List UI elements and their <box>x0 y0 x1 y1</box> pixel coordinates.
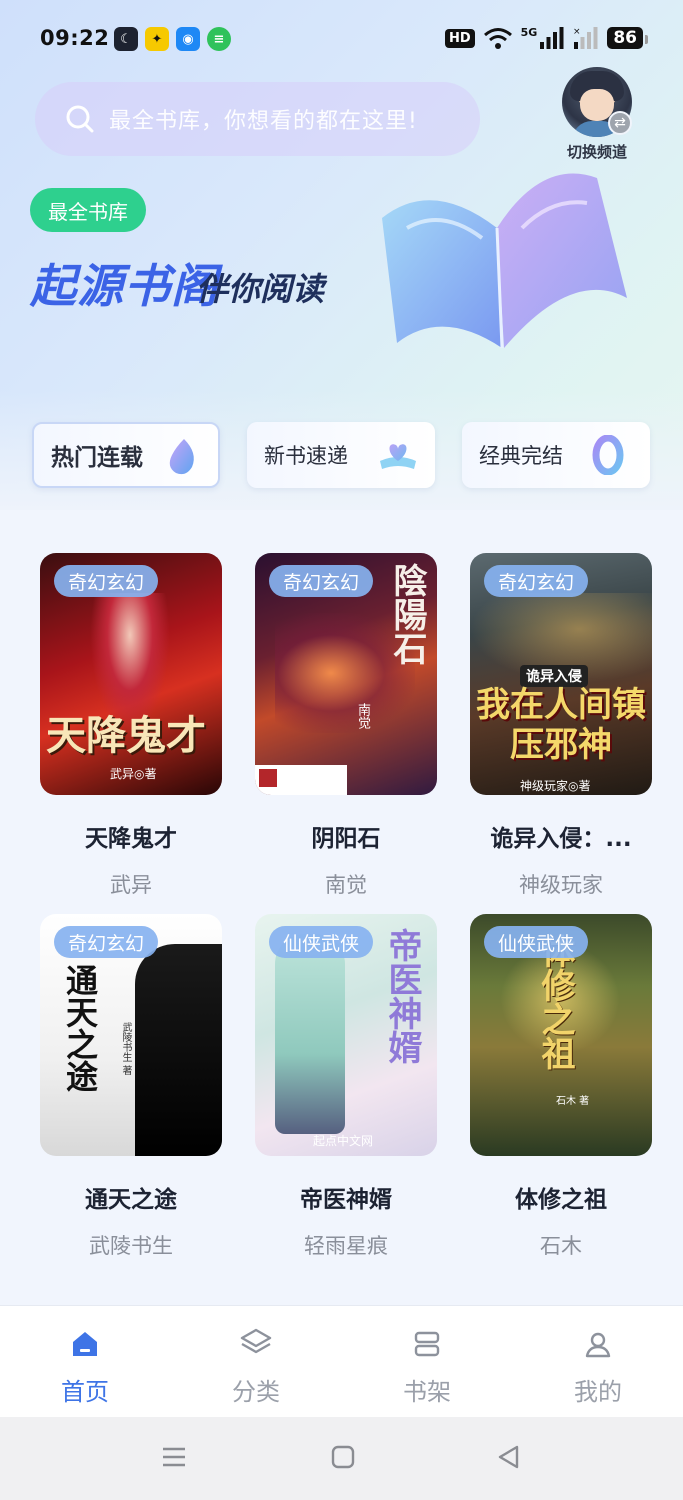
book-card[interactable]: 天降鬼才 武异◎著 奇幻玄幻 天降鬼才 武异 <box>40 553 222 899</box>
book-cover[interactable]: 天降鬼才 武异◎著 奇幻玄幻 <box>40 553 222 795</box>
category-label: 热门连载 <box>51 445 143 471</box>
book-title: 帝医神婿 <box>300 1187 392 1213</box>
notification-icons: ☾ ✦ ◉ ≡ <box>114 27 231 51</box>
banner-title: 起源书阁 <box>30 259 218 313</box>
book-title: 体修之祖 <box>515 1187 607 1213</box>
menu-icon[interactable] <box>160 1443 188 1471</box>
category-label: 经典完结 <box>479 444 563 468</box>
book-title: 诡异入侵：... <box>490 826 632 852</box>
nav-profile[interactable]: 我的 <box>548 1306 648 1407</box>
category-row: 热门连载 新书速递 经典完结 <box>32 422 652 490</box>
book-cover[interactable]: 通天之途 武陵书生 著 奇幻玄幻 <box>40 914 222 1156</box>
signal-weak-icon: × <box>573 27 598 49</box>
swap-icon: ⇄ <box>608 111 632 135</box>
book-card[interactable]: 诡异入侵 我在人间镇压邪神 神级玩家◎著 奇幻玄幻 诡异入侵：... 神级玩家 <box>470 553 652 899</box>
wifi-icon <box>483 28 512 49</box>
category-hot-serial[interactable]: 热门连载 <box>32 422 220 488</box>
cover-author: 南觉 <box>355 703 370 729</box>
book-card[interactable]: 体修之祖 石木 著 仙侠武侠 体修之祖 石木 <box>470 914 652 1260</box>
search-bar[interactable]: 最全书库，你想看的都在这里! <box>35 82 480 156</box>
cover-title: 通天之途 <box>61 964 99 1092</box>
book-card[interactable]: 陰陽石 南觉 奇幻玄幻 阴阳石 南觉 <box>255 553 437 899</box>
nav-label: 我的 <box>574 1378 622 1406</box>
back-icon[interactable] <box>495 1443 523 1471</box>
nav-label: 分类 <box>232 1378 280 1406</box>
cat-app-icon: ✦ <box>145 27 169 51</box>
search-placeholder: 最全书库，你想看的都在这里! <box>109 109 418 134</box>
book-card[interactable]: 通天之途 武陵书生 著 奇幻玄幻 通天之途 武陵书生 <box>40 914 222 1260</box>
category-classic-finished[interactable]: 经典完结 <box>462 422 650 488</box>
cover-title: 帝医神婿 <box>382 928 422 1064</box>
cover-top-text: 诡异入侵 <box>520 665 588 687</box>
message-app-icon: ≡ <box>207 27 231 51</box>
genre-badge: 仙侠武侠 <box>269 926 374 958</box>
battery-icon: 86 <box>607 27 648 49</box>
book-cover[interactable]: 帝医神婿 起点中文网 仙侠武侠 <box>255 914 437 1156</box>
banner-subtitle: 伴你阅读 <box>196 270 325 308</box>
category-new-books[interactable]: 新书速递 <box>247 422 435 488</box>
cover-author: 武异◎著 <box>110 767 157 781</box>
signal-strength-icon <box>540 27 564 49</box>
book-card[interactable]: 帝医神婿 起点中文网 仙侠武侠 帝医神婿 轻雨星痕 <box>255 914 437 1260</box>
category-label: 新书速递 <box>264 444 348 468</box>
nav-bookshelf[interactable]: 书架 <box>377 1306 477 1407</box>
layers-icon <box>236 1324 276 1364</box>
nav-home[interactable]: 首页 <box>35 1306 135 1407</box>
nav-category[interactable]: 分类 <box>206 1306 306 1407</box>
network-type-icon: 5G <box>520 25 538 39</box>
cover-title: 陰陽石 <box>387 563 427 665</box>
cover-author: 起点中文网 <box>313 1134 374 1148</box>
book-author: 神级玩家 <box>519 873 603 897</box>
book-title: 通天之途 <box>85 1187 177 1213</box>
genre-badge: 奇幻玄幻 <box>54 565 159 597</box>
cover-author: 石木 著 <box>556 1096 590 1107</box>
moon-app-icon: ☾ <box>114 27 138 51</box>
book-cover[interactable]: 体修之祖 石木 著 仙侠武侠 <box>470 914 652 1156</box>
genre-badge: 奇幻玄幻 <box>484 565 589 597</box>
svg-text:×: × <box>573 27 581 37</box>
system-navigation-bar <box>0 1417 683 1500</box>
nav-label: 首页 <box>61 1378 109 1406</box>
book-author: 石木 <box>540 1234 582 1258</box>
genre-badge: 奇幻玄幻 <box>269 565 374 597</box>
book-author: 武异 <box>110 873 152 897</box>
cover-author: 武陵书生 著 <box>120 1022 131 1076</box>
book-title: 天降鬼才 <box>85 826 177 852</box>
book-author: 南觉 <box>325 873 367 897</box>
home-icon <box>65 1324 105 1364</box>
bottom-navigation: 首页 分类 书架 我的 <box>0 1305 683 1417</box>
book-author: 武陵书生 <box>89 1234 173 1258</box>
status-time: 09:22 <box>40 26 110 50</box>
open-book-illustration <box>382 173 627 349</box>
user-icon <box>578 1324 618 1364</box>
heart-book-icon <box>380 444 416 469</box>
home-square-icon[interactable] <box>329 1443 357 1471</box>
genre-badge: 奇幻玄幻 <box>54 926 159 958</box>
chat-app-icon: ◉ <box>176 27 200 51</box>
nav-label: 书架 <box>403 1378 451 1406</box>
genre-badge: 仙侠武侠 <box>484 926 589 958</box>
book-cover[interactable]: 诡异入侵 我在人间镇压邪神 神级玩家◎著 奇幻玄幻 <box>470 553 652 795</box>
flame-drop-icon <box>169 439 194 475</box>
cover-title: 天降鬼才 <box>46 712 206 759</box>
search-icon <box>66 105 94 133</box>
cover-author: 神级玩家◎著 <box>520 779 591 793</box>
system-status-icons: HD 5G × 86 <box>444 25 648 50</box>
cover-title: 我在人间镇压邪神 <box>476 685 646 765</box>
book-cover[interactable]: 陰陽石 南觉 奇幻玄幻 <box>255 553 437 795</box>
book-author: 轻雨星痕 <box>304 1234 388 1258</box>
banner-tag: 最全书库 <box>30 188 146 232</box>
book-title: 阴阳石 <box>311 826 381 852</box>
ring-icon <box>592 435 624 475</box>
hd-icon: HD <box>444 28 475 48</box>
bookshelf-icon <box>407 1324 447 1364</box>
